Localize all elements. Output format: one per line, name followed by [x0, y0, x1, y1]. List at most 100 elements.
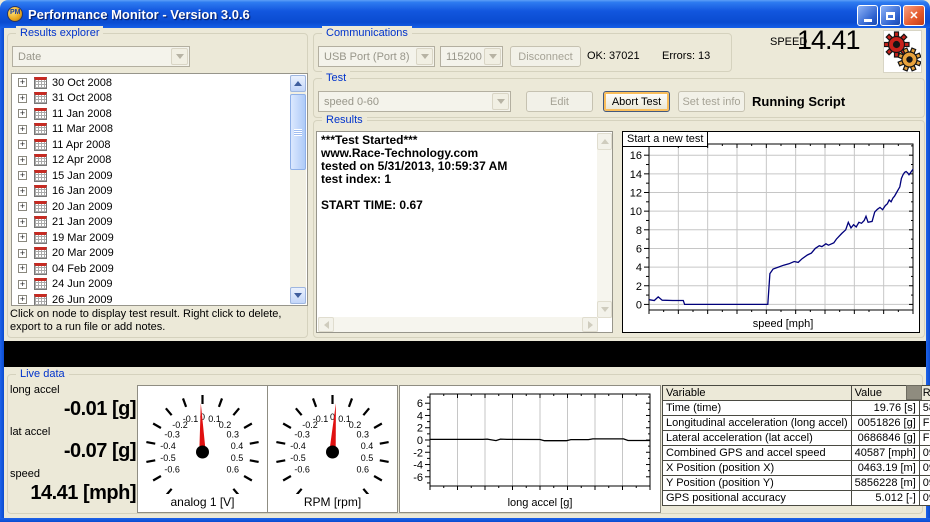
svg-text:14: 14 — [630, 169, 642, 181]
expand-icon[interactable]: + — [18, 218, 27, 227]
scroll-up-button[interactable] — [597, 133, 612, 150]
svg-text:0.4: 0.4 — [231, 441, 244, 451]
svg-text:0.5: 0.5 — [231, 453, 244, 463]
arrow-right-icon — [588, 321, 593, 329]
tree-item-label: 19 Mar 2009 — [52, 232, 114, 244]
tree-item-date[interactable]: +12 Apr 2008 — [13, 153, 291, 169]
expand-icon[interactable]: + — [18, 94, 27, 103]
date-filter-select[interactable]: Date — [12, 46, 190, 67]
tree-item-label: 31 Oct 2008 — [52, 92, 112, 104]
baud-select[interactable]: 115200 — [440, 46, 503, 67]
svg-text:-0.6: -0.6 — [294, 465, 310, 475]
port-select[interactable]: USB Port (Port 8) — [318, 46, 435, 67]
rpm-gauge-panel: -0.6-0.5-0.4-0.3-0.2-0.100.10.20.30.40.5… — [267, 385, 398, 513]
speed-chart: 0246810121416 — [623, 132, 919, 314]
arrow-up-icon — [294, 81, 302, 86]
results-tree-panel: +30 Oct 2008+31 Oct 2008+11 Jan 2008+11 … — [11, 73, 308, 306]
scroll-up-button[interactable] — [290, 75, 306, 92]
tree-item-date[interactable]: +26 Jun 2009 — [13, 292, 291, 305]
table-cell: Fast — [919, 416, 930, 431]
maximize-button[interactable] — [880, 5, 901, 26]
table-cell: 19.76 [s] — [851, 401, 919, 416]
calendar-icon — [34, 123, 47, 135]
expand-icon[interactable]: + — [18, 140, 27, 149]
date-filter-value: Date — [18, 51, 41, 63]
close-button[interactable]: ✕ — [903, 5, 925, 26]
tree-item-date[interactable]: +30 Oct 2008 — [13, 75, 291, 91]
tree-scrollbar[interactable] — [290, 75, 306, 304]
scroll-left-button[interactable] — [318, 317, 334, 332]
test-log-text[interactable]: ***Test Started***www.Race-Technology.co… — [318, 133, 596, 316]
expand-icon[interactable]: + — [18, 171, 27, 180]
tree-item-date[interactable]: +24 Jun 2009 — [13, 277, 291, 293]
tree-hint-text: Click on node to display test result. Ri… — [10, 308, 308, 334]
tree-item-date[interactable]: +31 Oct 2008 — [13, 91, 291, 107]
set-test-info-button[interactable]: Set test info — [678, 91, 745, 112]
expand-icon[interactable]: + — [18, 125, 27, 134]
readout-value: -0.01 [g] — [10, 398, 136, 424]
expand-icon[interactable]: + — [18, 78, 27, 87]
tree-item-label: 16 Jan 2009 — [52, 185, 113, 197]
tree-item-date[interactable]: +19 Mar 2009 — [13, 230, 291, 246]
table-cell: 0051826 [g] — [851, 416, 919, 431]
tree-item-date[interactable]: +15 Jan 2009 — [13, 168, 291, 184]
tree-item-date[interactable]: +21 Jan 2009 — [13, 215, 291, 231]
table-row: Y Position (position Y)5856228 [m]09.98 … — [663, 476, 930, 491]
edit-button[interactable]: Edit — [526, 91, 593, 112]
svg-text:6: 6 — [636, 243, 642, 255]
expand-icon[interactable]: + — [18, 295, 27, 304]
log-hscrollbar[interactable] — [318, 317, 598, 332]
communications-caption: Communications — [322, 26, 412, 40]
scroll-down-button[interactable] — [290, 287, 306, 304]
svg-text:0: 0 — [636, 299, 642, 311]
log-vscrollbar[interactable] — [597, 133, 612, 318]
expand-icon[interactable]: + — [18, 264, 27, 273]
splitter-bar[interactable] — [4, 341, 926, 367]
table-cell: 40587 [mph] — [851, 446, 919, 461]
table-cell: Lateral acceleration (lat accel) — [663, 431, 852, 446]
calendar-icon — [34, 278, 47, 290]
svg-text:-0.1: -0.1 — [183, 414, 199, 424]
expand-icon[interactable]: + — [18, 233, 27, 242]
disconnect-button[interactable]: Disconnect — [510, 46, 581, 67]
scroll-thumb[interactable] — [290, 94, 306, 170]
table-row: GPS positional accuracy5.012 [-]09.98 Hz — [663, 491, 930, 506]
scroll-down-button[interactable] — [597, 301, 612, 318]
tree-item-label: 04 Feb 2009 — [52, 263, 114, 275]
expand-icon[interactable]: + — [18, 202, 27, 211]
tree-item-date[interactable]: +20 Jan 2009 — [13, 199, 291, 215]
tree-item-date[interactable]: +20 Mar 2009 — [13, 246, 291, 262]
expand-icon[interactable]: + — [18, 280, 27, 289]
table-cell: X Position (position X) — [663, 461, 852, 476]
tree-item-date[interactable]: +04 Feb 2009 — [13, 261, 291, 277]
arrow-left-icon — [324, 321, 329, 329]
chevron-down-icon — [416, 48, 433, 65]
readout-value: 14.41 [mph] — [10, 482, 136, 508]
table-cell: 5.012 [-] — [851, 491, 919, 506]
expand-icon[interactable]: + — [18, 156, 27, 165]
test-select[interactable]: speed 0-60 — [318, 91, 511, 112]
minimize-button[interactable] — [857, 5, 878, 26]
abort-test-button[interactable]: Abort Test — [603, 91, 670, 112]
svg-text:0.5: 0.5 — [361, 453, 374, 463]
results-tree[interactable]: +30 Oct 2008+31 Oct 2008+11 Jan 2008+11 … — [13, 75, 291, 305]
start-new-test-button[interactable]: Start a new test — [622, 131, 708, 147]
table-cell: 5856228 [m] — [851, 476, 919, 491]
test-log-panel[interactable]: ***Test Started***www.Race-Technology.co… — [316, 131, 613, 333]
svg-text:0.3: 0.3 — [227, 430, 240, 440]
tree-item-date[interactable]: +16 Jan 2009 — [13, 184, 291, 200]
live-data-caption: Live data — [16, 367, 69, 381]
svg-text:0.3: 0.3 — [357, 430, 370, 440]
tree-item-date[interactable]: +11 Apr 2008 — [13, 137, 291, 153]
svg-text:0.4: 0.4 — [361, 441, 374, 451]
expand-icon[interactable]: + — [18, 109, 27, 118]
tree-item-date[interactable]: +11 Mar 2008 — [13, 122, 291, 138]
scroll-right-button[interactable] — [582, 317, 598, 332]
tree-item-label: 20 Mar 2009 — [52, 247, 114, 259]
tree-item-label: 30 Oct 2008 — [52, 77, 112, 89]
calendar-icon — [34, 247, 47, 259]
tree-item-date[interactable]: +11 Jan 2008 — [13, 106, 291, 122]
test-caption: Test — [322, 71, 350, 85]
expand-icon[interactable]: + — [18, 249, 27, 258]
expand-icon[interactable]: + — [18, 187, 27, 196]
